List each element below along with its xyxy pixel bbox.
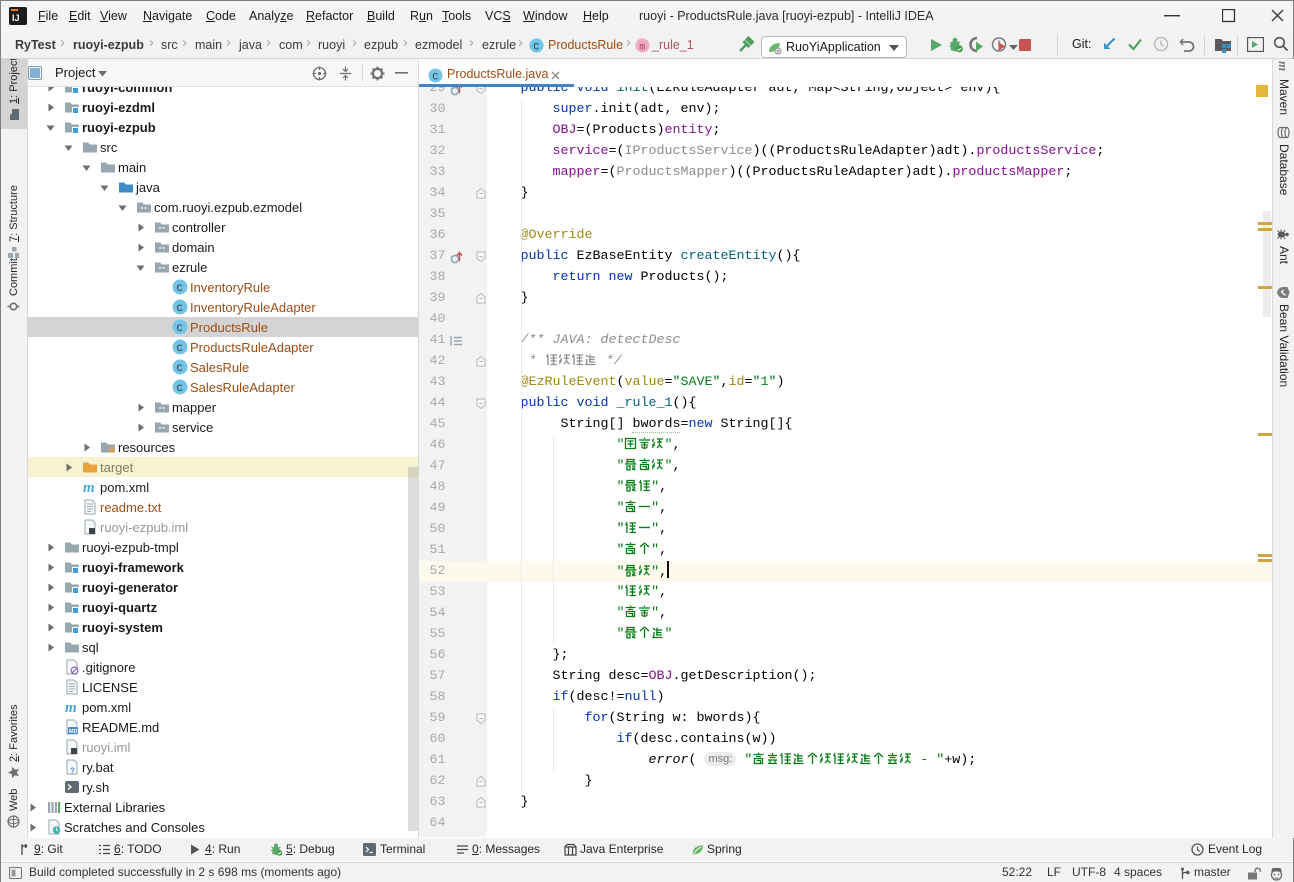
svg-text:m: m — [1278, 61, 1291, 71]
svg-text:C: C — [177, 383, 183, 395]
svg-text:C: C — [177, 363, 183, 375]
svg-text:C: C — [177, 323, 183, 335]
svg-text:m: m — [639, 43, 645, 54]
svg-text:m: m — [65, 700, 77, 715]
svg-text:C: C — [533, 43, 539, 54]
svg-text:C: C — [177, 303, 183, 315]
svg-text:C: C — [177, 343, 183, 355]
svg-text:?: ? — [70, 767, 75, 776]
svg-text:C: C — [432, 73, 438, 84]
svg-text:C: C — [177, 283, 183, 295]
svg-text:m: m — [83, 480, 95, 495]
svg-text:IJ: IJ — [12, 13, 20, 23]
svg-text:MD: MD — [69, 729, 78, 735]
